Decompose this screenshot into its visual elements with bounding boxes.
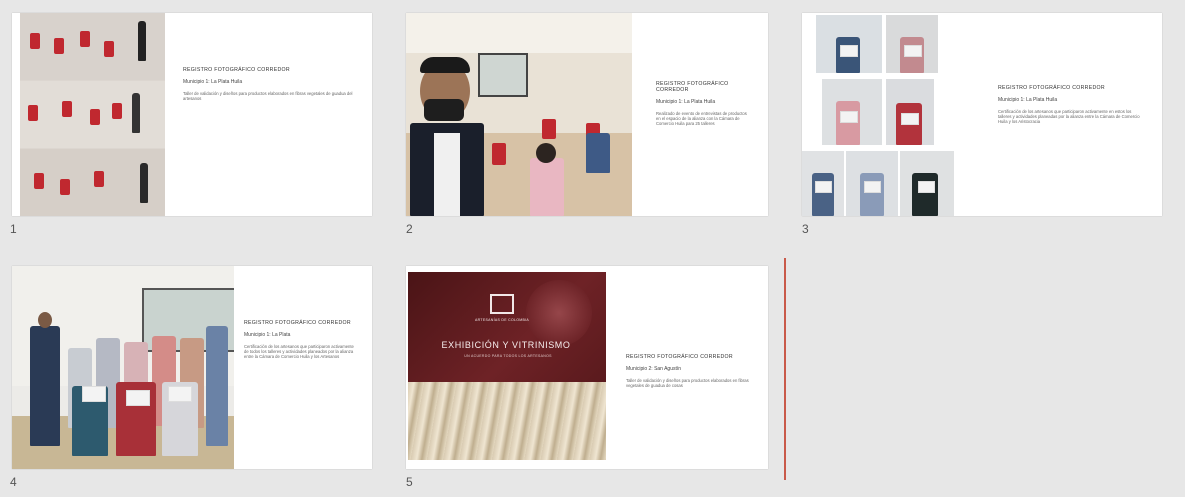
slide-4-description: Certificación de los artesanos que parti… xyxy=(244,344,354,360)
slide-1-title: REGISTRO FOTOGRÁFICO CORREDOR xyxy=(183,67,290,73)
slide-3-description: Certificación de los artesanos que parti… xyxy=(998,109,1140,125)
slide-5-cover-image: ARTESANÍAS DE COLOMBIA EXHIBICIÓN Y VITR… xyxy=(408,272,606,460)
slide-5-cover-brand: ARTESANÍAS DE COLOMBIA xyxy=(475,318,529,322)
slide-1-text: REGISTRO FOTOGRÁFICO CORREDOR Municipio … xyxy=(183,67,353,101)
slide-3-photo-grid xyxy=(802,13,962,216)
slide-3-text: REGISTRO FOTOGRÁFICO CORREDOR Municipio … xyxy=(998,85,1144,125)
slide-5-text: REGISTRO FOTOGRÁFICO CORREDOR Municipio … xyxy=(626,354,754,388)
slide-number-2: 2 xyxy=(406,222,413,236)
slide-thumbnail-1[interactable]: REGISTRO FOTOGRÁFICO CORREDOR Municipio … xyxy=(12,13,372,216)
slide-3-municipality: Municipio 1: La Plata Huila xyxy=(998,97,1058,103)
slide-thumbnail-5[interactable]: ARTESANÍAS DE COLOMBIA EXHIBICIÓN Y VITR… xyxy=(406,266,768,469)
slide-insertion-indicator xyxy=(784,258,786,480)
slide-3-title: REGISTRO FOTOGRÁFICO CORREDOR xyxy=(998,85,1105,91)
artesanias-logo-icon xyxy=(490,294,514,314)
slide-number-3: 3 xyxy=(802,222,809,236)
slide-5-cover-subtitle: UN ACUERDO PARA TODOS LOS ARTESANOS xyxy=(464,354,552,358)
slide-1-photo-collage xyxy=(20,13,165,216)
slide-4-group-photo xyxy=(12,266,234,469)
slide-2-title: REGISTRO FOTOGRÁFICO CORREDOR xyxy=(656,81,729,93)
slide-number-4: 4 xyxy=(10,475,17,489)
slide-4-municipality: Municipio 1: La Plata xyxy=(244,332,291,338)
slide-1-municipality: Municipio 1: La Plata Huila xyxy=(183,79,243,85)
slide-2-description: Realizado de evento de entrevistas de pr… xyxy=(656,111,747,127)
slide-thumbnail-3[interactable]: REGISTRO FOTOGRÁFICO CORREDOR Municipio … xyxy=(802,13,1162,216)
slide-5-municipality: Municipio 2: San Agustín xyxy=(626,366,682,372)
slide-2-text: REGISTRO FOTOGRÁFICO CORREDOR Municipio … xyxy=(656,81,748,127)
slide-thumbnail-2[interactable]: REGISTRO FOTOGRÁFICO CORREDOR Municipio … xyxy=(406,13,768,216)
slide-4-title: REGISTRO FOTOGRÁFICO CORREDOR xyxy=(244,320,351,326)
slide-number-1: 1 xyxy=(10,222,17,236)
slide-2-photo xyxy=(406,13,632,216)
slide-number-5: 5 xyxy=(406,475,413,489)
slide-5-title: REGISTRO FOTOGRÁFICO CORREDOR xyxy=(626,354,733,360)
slide-1-description: Taller de validación y diseños para prod… xyxy=(183,91,353,102)
slide-2-municipality: Municipio 1: La Plata Huila xyxy=(656,99,716,105)
slide-5-description: Taller de validación y diseños para prod… xyxy=(626,378,749,389)
slide-4-text: REGISTRO FOTOGRÁFICO CORREDOR Municipio … xyxy=(244,320,358,360)
slide-5-cover-title: EXHIBICIÓN Y VITRINISMO xyxy=(441,340,571,350)
slide-thumbnail-4[interactable]: REGISTRO FOTOGRÁFICO CORREDOR Municipio … xyxy=(12,266,372,469)
